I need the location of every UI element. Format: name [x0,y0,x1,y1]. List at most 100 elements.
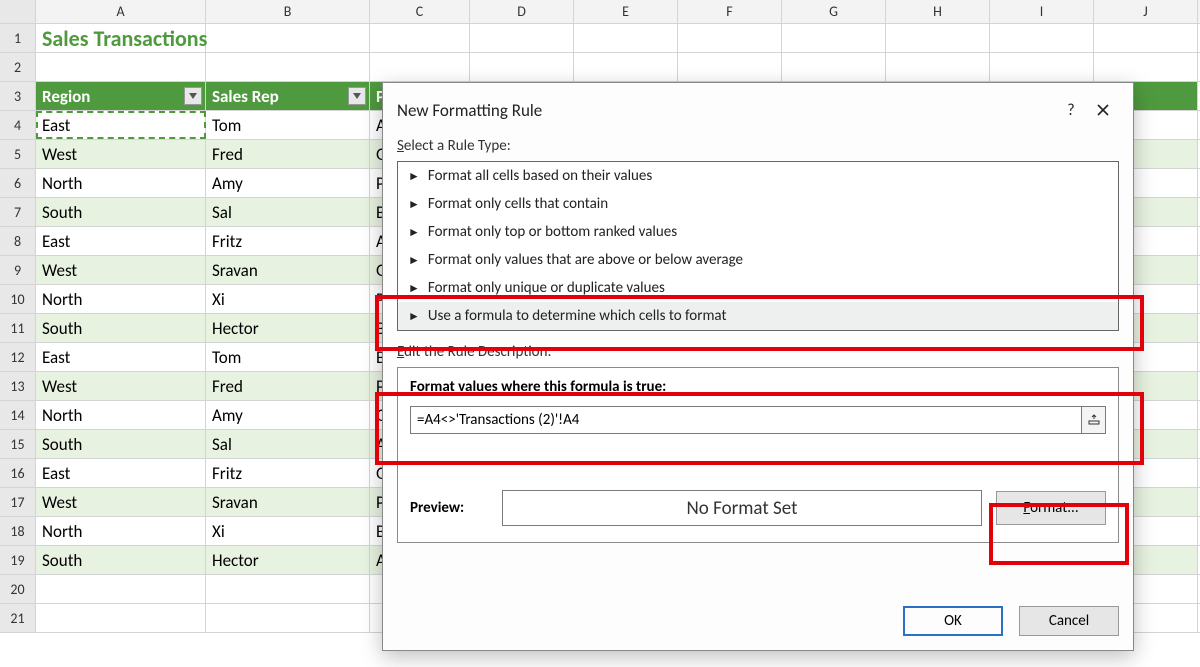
cell[interactable]: East [36,111,206,139]
column-header-i[interactable]: I [990,0,1094,23]
row-header[interactable]: 10 [0,285,36,313]
row-header[interactable]: 20 [0,575,36,603]
column-header-f[interactable]: F [678,0,782,23]
rule-type-label: Format only values that are above or bel… [428,251,743,269]
cell[interactable]: East [36,227,206,255]
select-all-corner[interactable] [0,0,36,23]
cancel-button[interactable]: Cancel [1019,606,1119,636]
row-header[interactable]: 21 [0,604,36,632]
cell[interactable]: North [36,517,206,545]
cell[interactable] [36,575,206,603]
rule-type-item[interactable]: ►Format only cells that contain [398,190,1118,218]
cell[interactable]: Amy [206,401,370,429]
header-region[interactable]: Region [36,82,206,110]
rule-type-item[interactable]: ►Format only top or bottom ranked values [398,218,1118,246]
cell[interactable]: Hector [206,314,370,342]
header-salesrep[interactable]: Sales Rep [206,82,370,110]
row-header[interactable]: 4 [0,111,36,139]
row-header[interactable]: 1 [0,24,36,52]
filter-dropdown-icon[interactable] [184,87,202,105]
cell[interactable] [36,604,206,632]
filter-dropdown-icon[interactable] [348,87,366,105]
row-header[interactable]: 18 [0,517,36,545]
cell[interactable]: West [36,488,206,516]
column-header-c[interactable]: C [370,0,470,23]
edit-rule-description-label: Edit the Rule Description: [397,343,1119,361]
collapse-dialog-icon[interactable] [1082,406,1106,434]
preview-label: Preview: [410,499,502,517]
cell[interactable]: East [36,459,206,487]
row-header[interactable]: 16 [0,459,36,487]
column-header-e[interactable]: E [574,0,678,23]
row-header[interactable]: 7 [0,198,36,226]
dialog-titlebar: New Formatting Rule ? [397,95,1119,125]
cell[interactable]: Sravan [206,256,370,284]
bullet-icon: ► [408,253,420,268]
cell[interactable]: East [36,343,206,371]
rule-type-item[interactable]: ► Use a formula to determine which cells … [398,302,1118,330]
rule-type-label: Format only cells that contain [428,195,608,213]
column-header-j[interactable]: J [1094,0,1198,23]
row-header[interactable]: 9 [0,256,36,284]
new-formatting-rule-dialog: New Formatting Rule ? Select a Rule Type… [382,82,1134,651]
column-header-g[interactable]: G [782,0,886,23]
help-button[interactable]: ? [1055,98,1087,122]
cell[interactable]: West [36,372,206,400]
rule-type-item[interactable]: ►Format only unique or duplicate values [398,274,1118,302]
dialog-title: New Formatting Rule [397,100,1055,121]
row-header[interactable]: 6 [0,169,36,197]
row-header[interactable]: 15 [0,430,36,458]
cell[interactable]: Sravan [206,488,370,516]
rule-type-list[interactable]: ►Format all cells based on their values►… [397,161,1119,331]
cell[interactable]: Fred [206,140,370,168]
format-button[interactable]: Format... [996,491,1106,525]
cell[interactable] [206,575,370,603]
row-header[interactable]: 14 [0,401,36,429]
row-header[interactable]: 2 [0,53,36,81]
cell[interactable]: Fritz [206,227,370,255]
close-button[interactable] [1087,98,1119,122]
rule-type-label: Use a formula to determine which cells t… [428,307,727,325]
cell[interactable]: Tom [206,343,370,371]
cell[interactable]: Fred [206,372,370,400]
preview-box: No Format Set [502,490,982,526]
column-header-a[interactable]: A [36,0,206,23]
cell[interactable]: West [36,140,206,168]
row-header[interactable]: 19 [0,546,36,574]
row-header[interactable]: 8 [0,227,36,255]
cell[interactable]: Hector [206,546,370,574]
formula-input[interactable] [410,406,1082,434]
rule-type-item[interactable]: ►Format all cells based on their values [398,162,1118,190]
cell[interactable]: South [36,198,206,226]
row-header[interactable]: 5 [0,140,36,168]
cell[interactable]: Fritz [206,459,370,487]
cell[interactable]: Amy [206,169,370,197]
cell[interactable]: Sal [206,430,370,458]
row-header[interactable]: 11 [0,314,36,342]
rule-type-item[interactable]: ► Format only values that are above or be… [398,246,1118,274]
cell[interactable]: North [36,285,206,313]
cell[interactable]: South [36,546,206,574]
column-header-h[interactable]: H [886,0,990,23]
row-header[interactable]: 3 [0,82,36,110]
row-header[interactable]: 17 [0,488,36,516]
cell[interactable]: West [36,256,206,284]
cell[interactable]: North [36,169,206,197]
title-cell[interactable]: Sales Transactions [36,24,206,52]
cell[interactable]: South [36,314,206,342]
row-header[interactable]: 12 [0,343,36,371]
cell[interactable]: Xi [206,517,370,545]
cell[interactable]: North [36,401,206,429]
cell[interactable]: Tom [206,111,370,139]
cell[interactable] [206,604,370,632]
ok-button[interactable]: OK [903,606,1003,636]
row-2: 2 [0,53,1200,82]
column-header-b[interactable]: B [206,0,370,23]
cell[interactable]: Sal [206,198,370,226]
row-header[interactable]: 13 [0,372,36,400]
cell[interactable]: South [36,430,206,458]
cell[interactable]: Xi [206,285,370,313]
column-header-d[interactable]: D [470,0,574,23]
bullet-icon: ► [408,309,420,324]
column-headers: ABCDEFGHIJ [0,0,1200,24]
